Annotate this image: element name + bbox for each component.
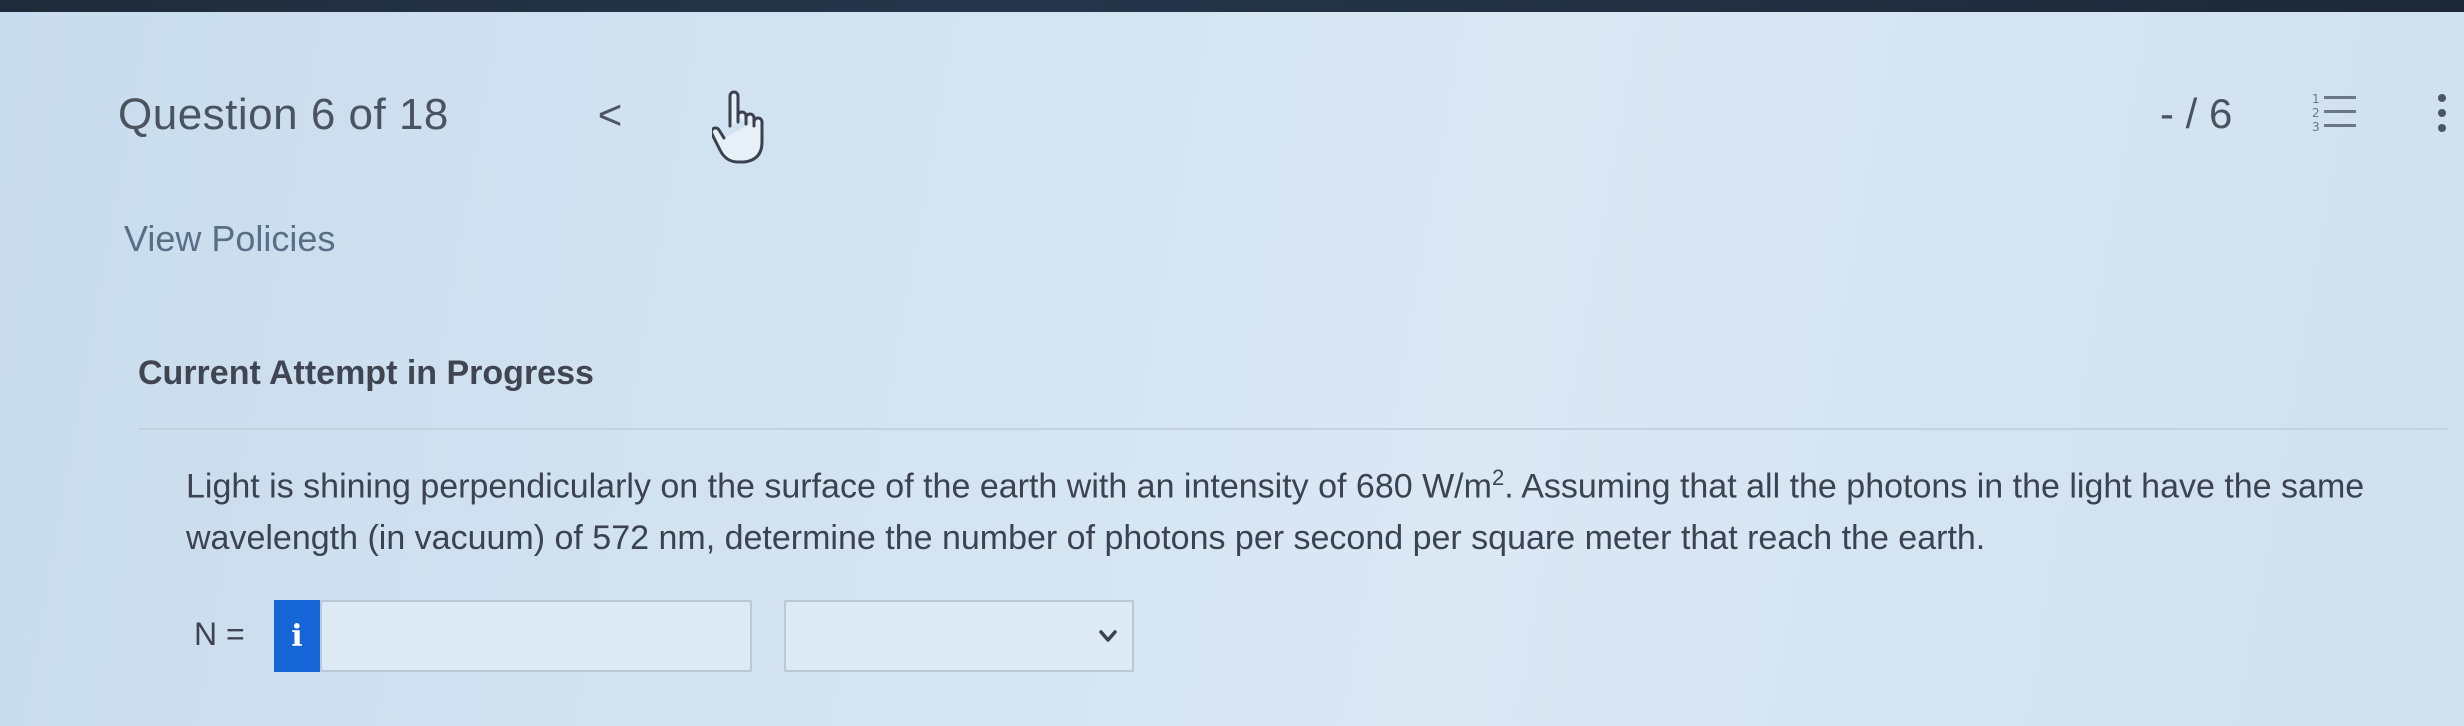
chevron-down-icon <box>1099 630 1117 642</box>
answer-label: N = <box>194 616 245 652</box>
attempt-heading: Current Attempt in Progress <box>138 354 594 392</box>
view-policies-link[interactable]: View Policies <box>124 218 335 260</box>
top-bar <box>0 0 2464 12</box>
question-superscript: 2 <box>1491 465 1505 490</box>
more-vertical-icon[interactable] <box>2432 88 2452 138</box>
hand-pointer-icon <box>712 90 764 164</box>
question-text: Light is shining perpendicularly on the … <box>186 452 2446 564</box>
question-counter: Question 6 of 18 <box>118 90 449 139</box>
question-score: - / 6 <box>2160 90 2233 137</box>
previous-question-button[interactable]: < <box>590 90 630 140</box>
svg-text:2: 2 <box>2312 106 2320 120</box>
info-button[interactable]: i <box>274 600 320 672</box>
divider <box>138 428 2448 430</box>
chevron-left-icon: < <box>597 91 623 138</box>
question-header: Question 6 of 18 < - / 6 1 2 3 <box>0 80 2464 164</box>
answer-input[interactable] <box>320 600 752 672</box>
numbered-list-icon[interactable]: 1 2 3 <box>2310 88 2360 138</box>
svg-text:1: 1 <box>2312 92 2320 106</box>
info-icon: i <box>291 618 303 654</box>
question-text-part-1: Light is shining perpendicularly on the … <box>186 467 1492 506</box>
answer-row: N = i <box>188 596 1188 676</box>
svg-text:3: 3 <box>2312 120 2320 134</box>
unit-select[interactable] <box>784 600 1134 672</box>
